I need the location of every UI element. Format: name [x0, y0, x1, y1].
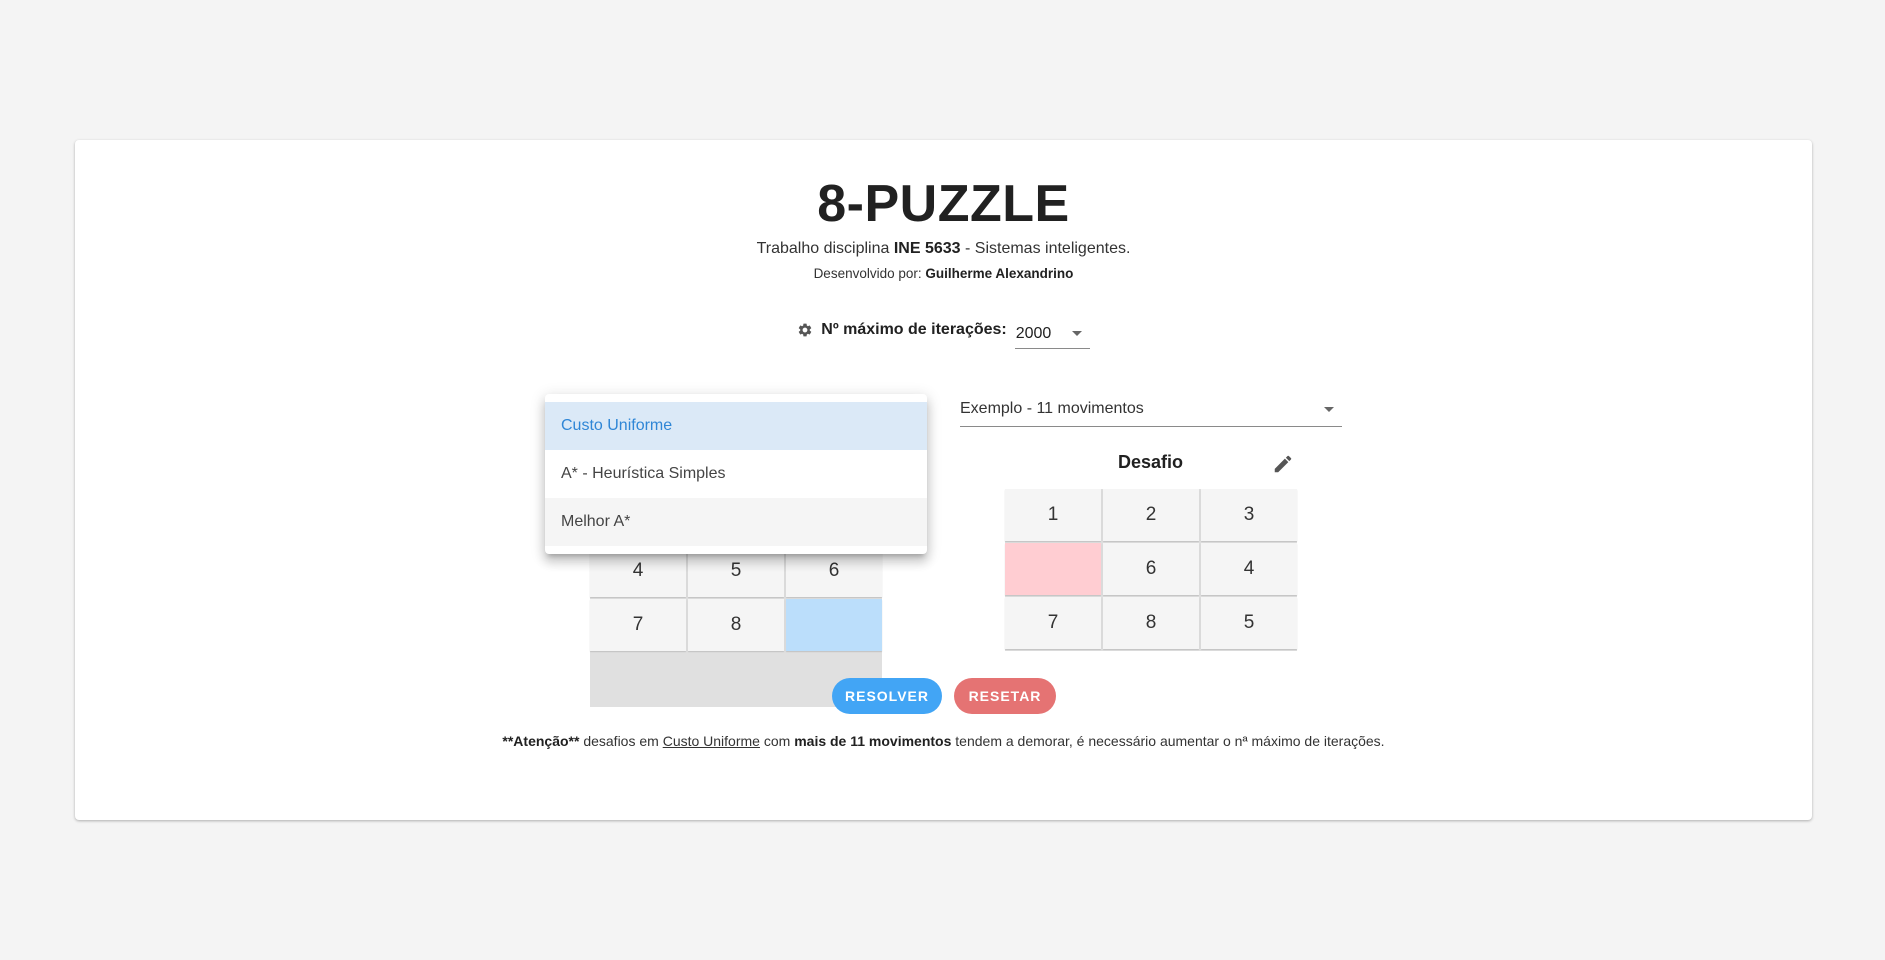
- note-warning: **Atenção**: [502, 733, 580, 749]
- iterations-select[interactable]: 2000: [1014, 319, 1090, 349]
- challenge-cell[interactable]: 1: [1005, 489, 1101, 541]
- algorithm-menu: Custo Uniforme A* - Heurística Simples M…: [545, 394, 927, 554]
- challenge-board-title: Desafio: [1118, 452, 1184, 472]
- note-moves: mais de 11 movimentos: [794, 733, 952, 749]
- challenge-cell[interactable]: 6: [1103, 543, 1199, 595]
- note-text: desafios em: [579, 733, 663, 749]
- subtitle-suffix: - Sistemas inteligentes.: [960, 240, 1131, 257]
- chevron-down-icon: [1324, 406, 1334, 412]
- challenge-cell[interactable]: 3: [1201, 489, 1297, 541]
- gear-icon: [799, 323, 812, 337]
- challenge-cell[interactable]: 2: [1103, 489, 1199, 541]
- page-title: 8-PUZZLE: [817, 175, 1070, 233]
- challenge-cell[interactable]: 5: [1201, 597, 1297, 649]
- example-select-value: Exemplo - 11 movimentos: [960, 400, 1144, 417]
- challenge-cell[interactable]: 4: [1201, 543, 1297, 595]
- note-algorithm: Custo Uniforme: [662, 733, 760, 749]
- subtitle-prefix: Trabalho disciplina: [756, 240, 894, 257]
- note-text: com: [759, 733, 795, 749]
- menu-item-custo-uniforme[interactable]: Custo Uniforme: [545, 402, 927, 450]
- menu-item-a-star-simple[interactable]: A* - Heurística Simples: [545, 450, 927, 498]
- challenge-board: 1 2 3 6 4 7 8 5: [1005, 489, 1297, 651]
- challenge-cell[interactable]: 8: [1103, 597, 1199, 649]
- iterations-setting: Nº máximo de iterações: 2000: [75, 315, 1812, 349]
- solve-button[interactable]: RESOLVER: [832, 678, 942, 714]
- note-text: tendem a demorar, é necessário aumentar …: [951, 733, 1385, 749]
- iterations-value: 2000: [1015, 324, 1052, 342]
- author-prefix: Desenvolvido por:: [813, 266, 926, 281]
- goal-cell[interactable]: 7: [590, 599, 686, 651]
- goal-blank-cell[interactable]: [786, 599, 882, 651]
- iterations-label: Nº máximo de iterações:: [821, 321, 1007, 338]
- challenge-blank-cell[interactable]: [1005, 543, 1101, 595]
- warning-note: **Atenção** desafios em Custo Uniforme c…: [75, 733, 1812, 749]
- author-name: Guilherme Alexandrino: [925, 266, 1074, 281]
- example-select[interactable]: Exemplo - 11 movimentos: [960, 392, 1342, 427]
- menu-item-best-a-star[interactable]: Melhor A*: [545, 498, 927, 546]
- reset-button[interactable]: RESETAR: [954, 678, 1056, 714]
- pencil-icon[interactable]: [1272, 453, 1294, 475]
- main-card: 8-PUZZLE Trabalho disciplina INE 5633 - …: [75, 140, 1812, 820]
- challenge-cell[interactable]: 7: [1005, 597, 1101, 649]
- course-code: INE 5633: [893, 240, 961, 257]
- author-line: Desenvolvido por: Guilherme Alexandrino: [75, 266, 1812, 281]
- subtitle: Trabalho disciplina INE 5633 - Sistemas …: [75, 240, 1812, 258]
- chevron-down-icon: [1071, 331, 1082, 336]
- goal-cell[interactable]: 8: [688, 599, 784, 651]
